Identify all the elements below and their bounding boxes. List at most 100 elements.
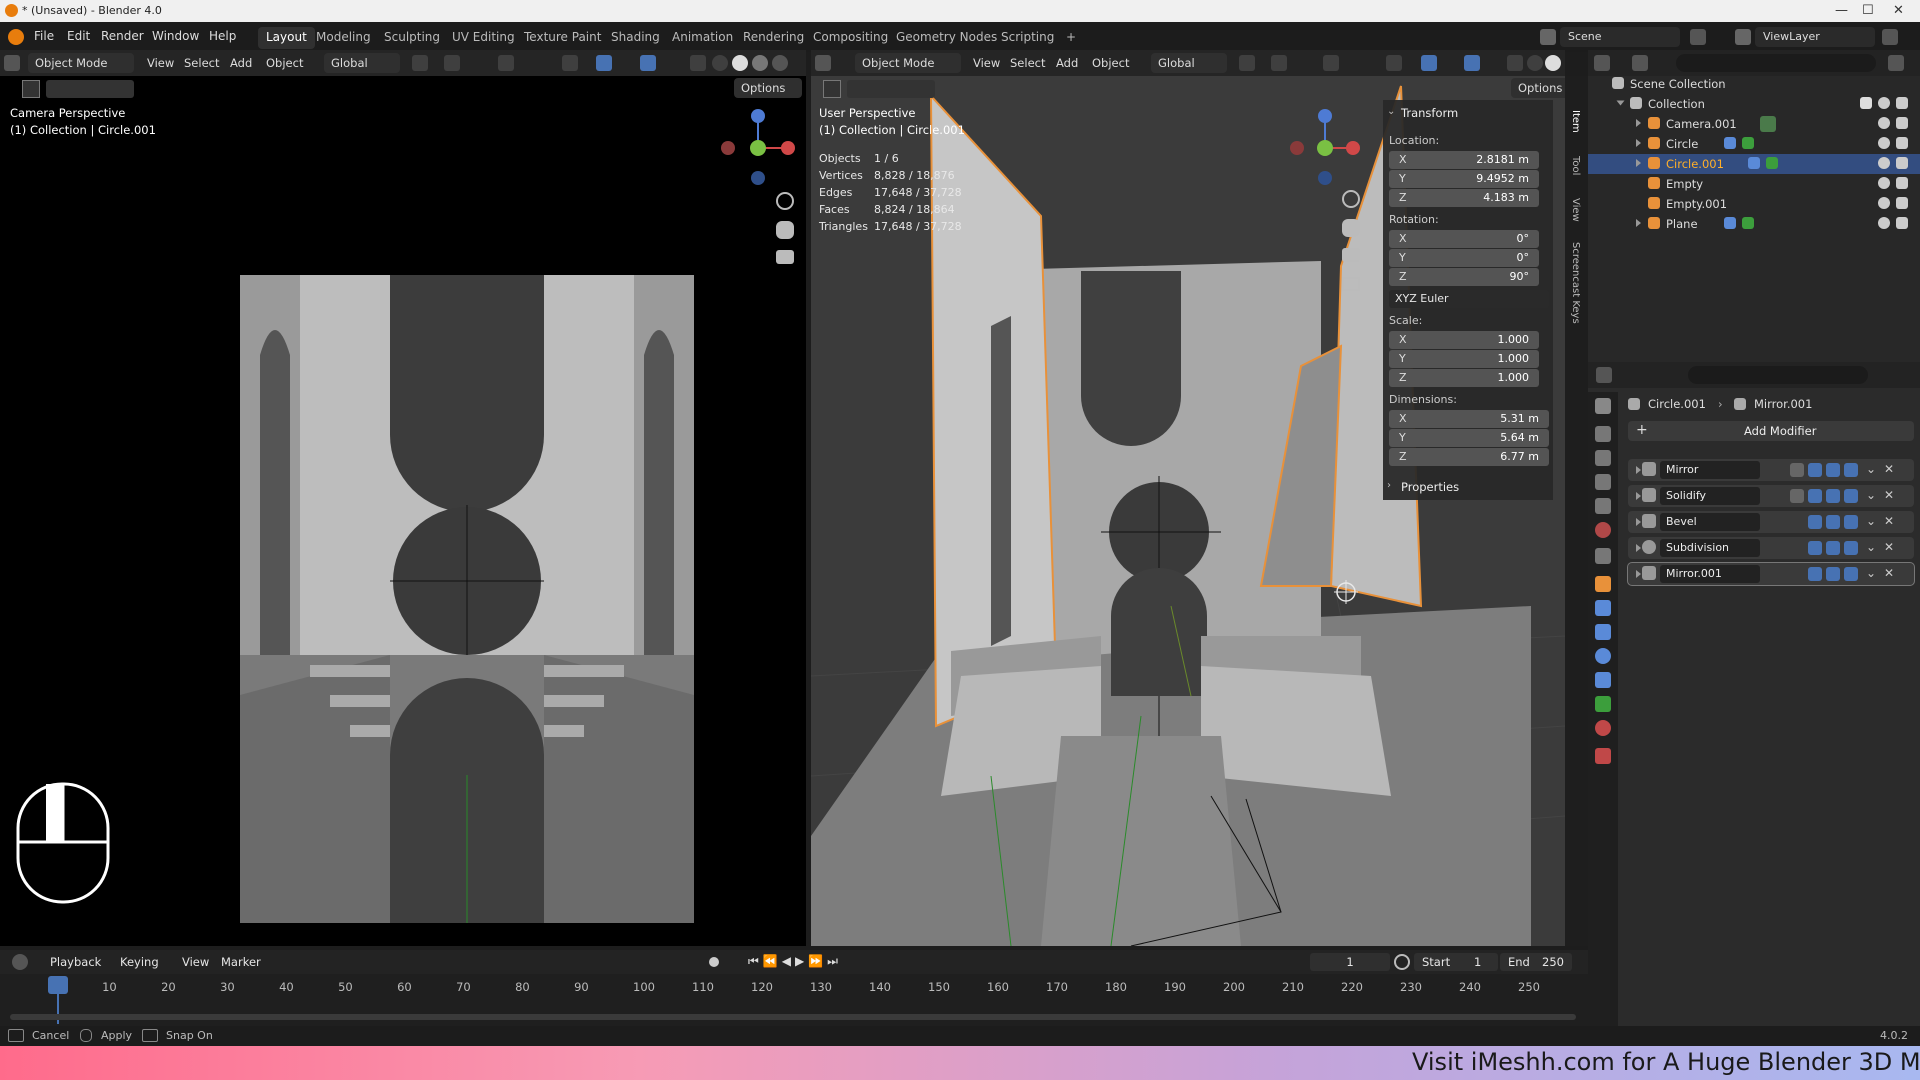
viewport-display-icon[interactable] — [1826, 463, 1840, 477]
record-icon[interactable] — [709, 957, 719, 967]
tab-sculpting[interactable]: Sculpting — [376, 27, 448, 49]
expand-arrow-icon[interactable] — [1636, 492, 1641, 500]
modifier-name-field[interactable]: Bevel — [1660, 513, 1760, 531]
tool-tab-icon[interactable] — [1595, 398, 1611, 414]
tab-rendering[interactable]: Rendering — [735, 27, 812, 49]
overlay-icon[interactable] — [640, 55, 656, 71]
xray-icon[interactable] — [690, 55, 706, 71]
menu-window[interactable]: Window — [152, 29, 199, 43]
editor-type-icon[interactable] — [815, 55, 831, 71]
navigation-gizmo[interactable] — [716, 106, 796, 186]
proportional-edit-icon[interactable] — [498, 55, 514, 71]
rotation-mode-select[interactable]: XYZ Euler — [1389, 290, 1549, 308]
grid-view-icon[interactable] — [1342, 277, 1360, 291]
dimensions-y-field[interactable]: Y 5.64 m — [1389, 429, 1549, 447]
menu-add[interactable]: Add — [1052, 53, 1082, 73]
expand-arrow-icon[interactable] — [1636, 466, 1641, 474]
expand-arrow-icon[interactable] — [1636, 159, 1641, 167]
filter-icon[interactable] — [1888, 55, 1904, 71]
dropdown-icon[interactable]: ⌄ — [1866, 566, 1876, 580]
proportional-edit-icon[interactable] — [1323, 55, 1339, 71]
modifier-name-field[interactable]: Mirror — [1660, 461, 1760, 479]
edit-mode-icon[interactable] — [1808, 567, 1822, 581]
display-mode-icon[interactable] — [1632, 55, 1648, 71]
modifier-name-field[interactable]: Solidify — [1660, 487, 1760, 505]
tab-compositing[interactable]: Compositing — [805, 27, 896, 49]
dropdown-icon[interactable]: ⌄ — [1866, 540, 1876, 554]
pivot-icon[interactable] — [412, 55, 428, 71]
camera-render-icon[interactable] — [1896, 117, 1908, 129]
select-mode-buttons[interactable] — [46, 80, 134, 98]
outliner-item-plane[interactable]: Plane — [1588, 214, 1920, 234]
physics-tab-icon[interactable] — [1595, 648, 1611, 664]
render-display-icon[interactable] — [1844, 515, 1858, 529]
expand-arrow-icon[interactable] — [1636, 570, 1641, 578]
end-frame-field[interactable]: End 250 — [1500, 953, 1572, 971]
camera-render-icon[interactable] — [1896, 157, 1908, 169]
editor-type-icon[interactable] — [12, 954, 28, 970]
collapse-icon[interactable]: ⌄ — [1387, 106, 1395, 117]
material-tab-icon[interactable] — [1595, 720, 1611, 736]
menu-add[interactable]: Add — [226, 53, 256, 73]
edit-mode-icon[interactable] — [1808, 489, 1822, 503]
add-workspace-button[interactable]: + — [1058, 27, 1084, 49]
pan-hand-icon[interactable] — [1342, 219, 1360, 237]
pivot-icon[interactable] — [1239, 55, 1255, 71]
snap-icon[interactable] — [444, 55, 460, 71]
rendered-shading-icon[interactable] — [772, 55, 788, 71]
current-frame-field[interactable]: 1 — [1310, 953, 1390, 971]
left-viewport[interactable]: Options Camera Perspective (1) Collectio… — [0, 76, 806, 946]
mode-select[interactable]: Object Mode — [855, 53, 961, 73]
edit-mode-icon[interactable] — [1808, 541, 1822, 555]
tab-item[interactable]: Item — [1570, 110, 1581, 133]
tab-geometry-nodes[interactable]: Geometry Nodes — [888, 27, 1005, 49]
start-frame-field[interactable]: Start 1 — [1414, 953, 1498, 971]
mesh-data-icon[interactable] — [1766, 157, 1778, 169]
outliner-scene-collection[interactable]: Scene Collection — [1588, 74, 1920, 94]
render-display-icon[interactable] — [1844, 463, 1858, 477]
visibility-icon[interactable] — [562, 55, 578, 71]
options-button[interactable]: Options — [734, 78, 802, 98]
modifier-bevel[interactable]: Bevel ⌄ ✕ — [1628, 511, 1914, 533]
modifier-mirror-001[interactable]: Mirror.001 ⌄ ✕ — [1628, 563, 1914, 585]
solid-shading-icon[interactable] — [732, 55, 748, 71]
menu-edit[interactable]: Edit — [67, 29, 90, 43]
orientation-select[interactable]: Global — [324, 53, 400, 73]
viewport-display-icon[interactable] — [1826, 567, 1840, 581]
view-layer-tab-icon[interactable] — [1595, 474, 1611, 490]
delete-modifier-icon[interactable]: ✕ — [1884, 566, 1894, 580]
tab-view[interactable]: View — [1570, 198, 1581, 222]
expand-arrow-icon[interactable] — [1616, 100, 1625, 106]
eye-icon[interactable] — [1878, 197, 1890, 209]
dropdown-icon[interactable]: ⌄ — [1866, 488, 1876, 502]
menu-marker[interactable]: Marker — [221, 955, 261, 969]
wrench-icon[interactable] — [1748, 157, 1760, 169]
outliner-item-circle-001[interactable]: Circle.001 — [1588, 154, 1920, 174]
mode-select[interactable]: Object Mode — [28, 53, 134, 73]
menu-select[interactable]: Select — [1006, 53, 1049, 73]
modifier-name-field[interactable]: Mirror.001 — [1660, 565, 1760, 583]
scene-icon[interactable] — [1540, 29, 1556, 45]
camera-data-icon[interactable] — [1760, 116, 1776, 132]
data-tab-icon[interactable] — [1595, 696, 1611, 712]
search-input[interactable] — [1676, 54, 1876, 72]
clock-icon[interactable] — [1394, 954, 1410, 970]
new-scene-icon[interactable] — [1690, 29, 1706, 45]
dimensions-x-field[interactable]: X 5.31 m — [1389, 410, 1549, 428]
close-icon[interactable]: ✕ — [1893, 3, 1904, 18]
delete-modifier-icon[interactable]: ✕ — [1884, 488, 1894, 502]
eye-icon[interactable] — [1878, 117, 1890, 129]
select-mode-buttons[interactable] — [847, 80, 935, 98]
options-button[interactable]: Options — [1511, 78, 1565, 98]
editor-type-icon[interactable] — [4, 55, 20, 71]
camera-view-icon[interactable] — [776, 250, 794, 264]
material-shading-icon[interactable] — [752, 55, 768, 71]
edit-cage-icon[interactable] — [1790, 489, 1804, 503]
menu-file[interactable]: File — [34, 29, 54, 43]
delete-modifier-icon[interactable]: ✕ — [1884, 540, 1894, 554]
eye-icon[interactable] — [1878, 217, 1890, 229]
add-modifier-button[interactable]: + Add Modifier — [1628, 421, 1914, 441]
maximize-icon[interactable]: ☐ — [1862, 3, 1874, 18]
xray-icon[interactable] — [1507, 55, 1523, 71]
select-tool-icon[interactable] — [823, 80, 841, 98]
